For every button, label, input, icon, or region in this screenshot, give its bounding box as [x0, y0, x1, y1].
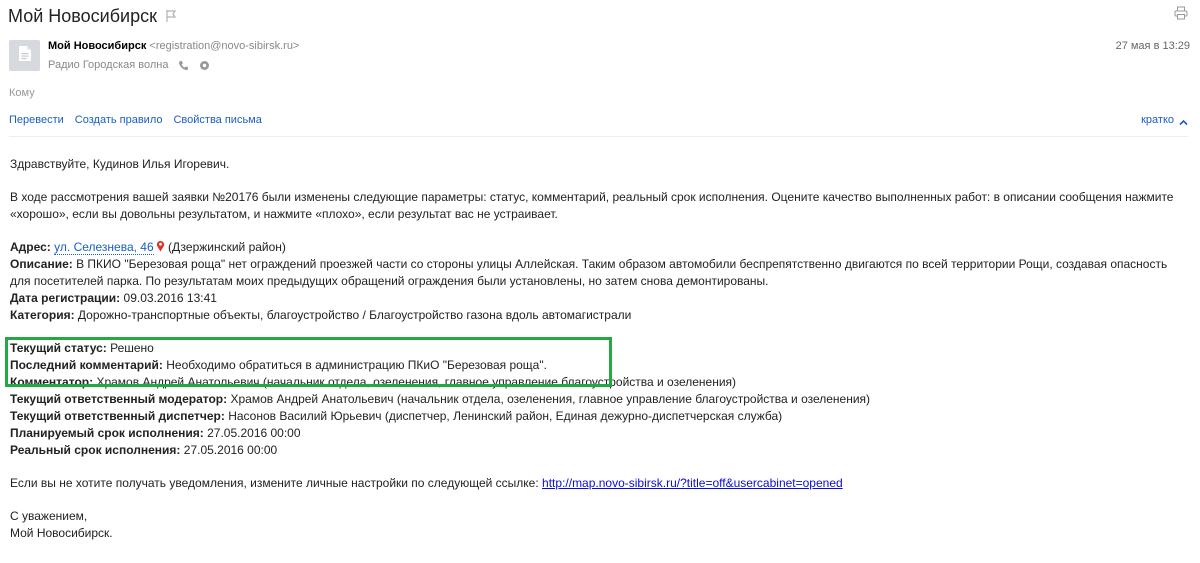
last-comment-line: Последний комментарий: Необходимо обрати… [10, 357, 1190, 374]
category-line: Категория: Дорожно-транспортные объекты,… [10, 307, 1190, 324]
address-line: Адрес: ул. Селезнева, 46 (Дзержинский ра… [10, 239, 1190, 256]
registration-date-value: 09.03.2016 13:41 [123, 291, 217, 305]
status-line: Текущий статус: Решено [10, 340, 1190, 357]
real-deadline-line: Реальный срок исполнения: 27.05.2016 00:… [10, 442, 1190, 459]
sender-email[interactable]: <registration@novo-sibirsk.ru> [149, 40, 299, 52]
message-body: Здравствуйте, Кудинов Илья Игоревич. В х… [10, 156, 1190, 542]
moderator-line: Текущий ответственный модератор: Храмов … [10, 391, 1190, 408]
unsubscribe-link[interactable]: http://map.novo-sibirsk.ru/?title=off&us… [542, 476, 843, 490]
message-date: 27 мая в 13:29 [1115, 40, 1190, 52]
planned-deadline-line: Планируемый срок исполнения: 27.05.2016 … [10, 425, 1190, 442]
collapse-toggle[interactable]: кратко [1141, 114, 1188, 126]
moderator-value: Храмов Андрей Анатольевич (начальник отд… [230, 392, 871, 406]
create-rule-link[interactable]: Создать правило [75, 114, 163, 126]
settings-icon[interactable] [199, 60, 210, 71]
commentator-line: Комментатор: Храмов Андрей Анатольевич (… [10, 374, 1190, 391]
description-label: Описание: [10, 257, 73, 271]
unsubscribe-line: Если вы не хотите получать уведомления, … [10, 475, 1190, 492]
flag-icon[interactable] [165, 9, 177, 23]
sender-name[interactable]: Мой Новосибирск [48, 40, 146, 52]
commentator-label: Комментатор: [10, 375, 94, 389]
category-label: Категория: [10, 308, 75, 322]
print-icon[interactable] [1174, 6, 1188, 20]
message-subject: Мой Новосибирск [8, 5, 157, 26]
intro-paragraph: В ходе рассмотрения вашей заявки №20176 … [10, 190, 1174, 221]
status-label: Текущий статус: [10, 341, 107, 355]
registration-date-line: Дата регистрации: 09.03.2016 13:41 [10, 290, 1190, 307]
regards: С уважением, [10, 509, 88, 523]
collapse-label[interactable]: кратко [1141, 114, 1174, 126]
map-pin-icon[interactable] [156, 240, 165, 252]
address-link[interactable]: ул. Селезнева, 46 [54, 240, 154, 255]
description-text: В ПКИО "Березовая роща" нет ограждений п… [10, 257, 1168, 288]
real-deadline-label: Реальный срок исполнения: [10, 443, 181, 457]
description-line: Описание: В ПКИО "Березовая роща" нет ог… [10, 256, 1190, 290]
to-label[interactable]: Кому [9, 87, 35, 99]
status-value: Решено [110, 341, 154, 355]
message-actions: Перевести Создать правило Свойства письм… [9, 114, 262, 126]
moderator-label: Текущий ответственный модератор: [10, 392, 228, 406]
real-deadline-value: 27.05.2016 00:00 [183, 443, 278, 457]
greeting: Здравствуйте, Кудинов Илья Игоревич. [10, 157, 230, 171]
dispatcher-line: Текущий ответственный диспетчер: Насонов… [10, 408, 1190, 425]
address-label: Адрес: [10, 240, 51, 254]
sender-line: Мой Новосибирск <registration@novo-sibir… [48, 40, 299, 52]
phone-icon[interactable] [178, 60, 189, 71]
sender-avatar [9, 40, 40, 71]
category-value: Дорожно-транспортные объекты, благоустро… [77, 308, 632, 322]
unsubscribe-text: Если вы не хотите получать уведомления, … [10, 476, 539, 490]
planned-deadline-label: Планируемый срок исполнения: [10, 426, 204, 440]
dispatcher-value: Насонов Василий Юрьевич (диспетчер, Лени… [228, 409, 783, 423]
last-comment-label: Последний комментарий: [10, 358, 163, 372]
chevron-up-icon[interactable] [1179, 117, 1188, 125]
message-header: Мой Новосибирск [8, 4, 177, 28]
translate-link[interactable]: Перевести [9, 114, 64, 126]
planned-deadline-value: 27.05.2016 00:00 [207, 426, 301, 440]
header-divider [9, 136, 1188, 137]
message-properties-link[interactable]: Свойства письма [173, 114, 261, 126]
commentator-value: Храмов Андрей Анатольевич (начальник отд… [96, 375, 737, 389]
recipient-line: Радио Городская волна [48, 59, 210, 71]
dispatcher-label: Текущий ответственный диспетчер: [10, 409, 225, 423]
last-comment-value: Необходимо обратиться в администрацию ПК… [166, 358, 547, 372]
registration-date-label: Дата регистрации: [10, 291, 121, 305]
recipient-name[interactable]: Радио Городская волна [48, 59, 168, 71]
address-district: (Дзержинский район) [168, 240, 286, 254]
document-icon [18, 45, 32, 67]
signature: Мой Новосибирск. [10, 526, 113, 540]
